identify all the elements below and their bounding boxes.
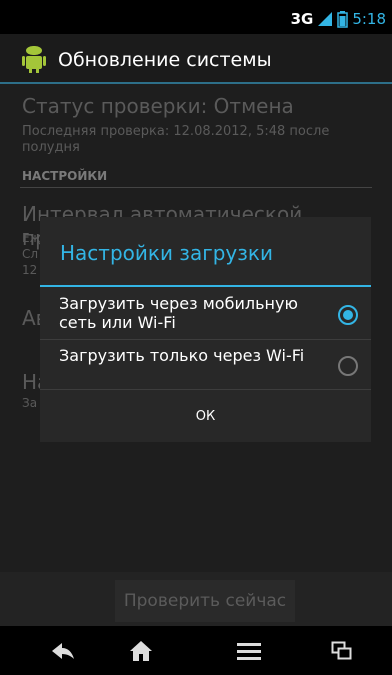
status-bar: 3G 5:18: [0, 0, 392, 34]
download-settings-dialog: Настройки загрузки Загрузить через мобил…: [40, 217, 371, 442]
status-line: Статус проверки: Отмена: [22, 94, 294, 118]
back-button[interactable]: [43, 637, 83, 665]
status-icons: 3G 5:18: [291, 10, 386, 28]
recent-apps-icon: [331, 641, 352, 660]
pref-summary-line: 12: [22, 263, 38, 277]
signal-icon: [318, 12, 333, 26]
section-divider: [20, 187, 372, 188]
recent-apps-button[interactable]: [322, 637, 362, 665]
dialog-title-divider: [40, 285, 371, 287]
pref-summary-line: Еж: [22, 231, 41, 245]
battery-icon: [337, 10, 349, 28]
home-button[interactable]: [121, 637, 161, 665]
radio-selected-icon[interactable]: [338, 305, 358, 325]
check-now-button[interactable]: Проверить сейчас: [115, 580, 295, 622]
menu-icon: [237, 643, 261, 660]
network-type: 3G: [290, 10, 314, 28]
pref-3-summary: За: [22, 396, 38, 410]
section-header: НАСТРОЙКИ: [22, 169, 108, 183]
dialog-title: Настройки загрузки: [60, 241, 273, 265]
android-icon: [22, 46, 46, 73]
option-wifi-only[interactable]: Загрузить только через Wi-Fi: [40, 340, 371, 390]
app-title: Обновление системы: [58, 49, 272, 71]
option-label: Загрузить только через Wi-Fi: [59, 346, 305, 365]
option-label: Загрузить через мобильную сеть или Wi-Fi: [59, 294, 298, 332]
back-icon: [52, 643, 74, 659]
radio-unselected-icon[interactable]: [338, 356, 358, 376]
pref-summary-line: Сл: [22, 247, 39, 261]
pref-auto-check-summary: Еж Сл 12: [22, 230, 40, 278]
last-check: Последняя проверка: 12.08.2012, 5:48 пос…: [22, 124, 330, 155]
ok-button[interactable]: ОК: [40, 390, 371, 442]
home-icon: [130, 641, 152, 661]
option-mobile-or-wifi[interactable]: Загрузить через мобильную сеть или Wi-Fi: [40, 289, 371, 339]
clock: 5:18: [352, 10, 386, 28]
menu-button[interactable]: [229, 637, 269, 665]
